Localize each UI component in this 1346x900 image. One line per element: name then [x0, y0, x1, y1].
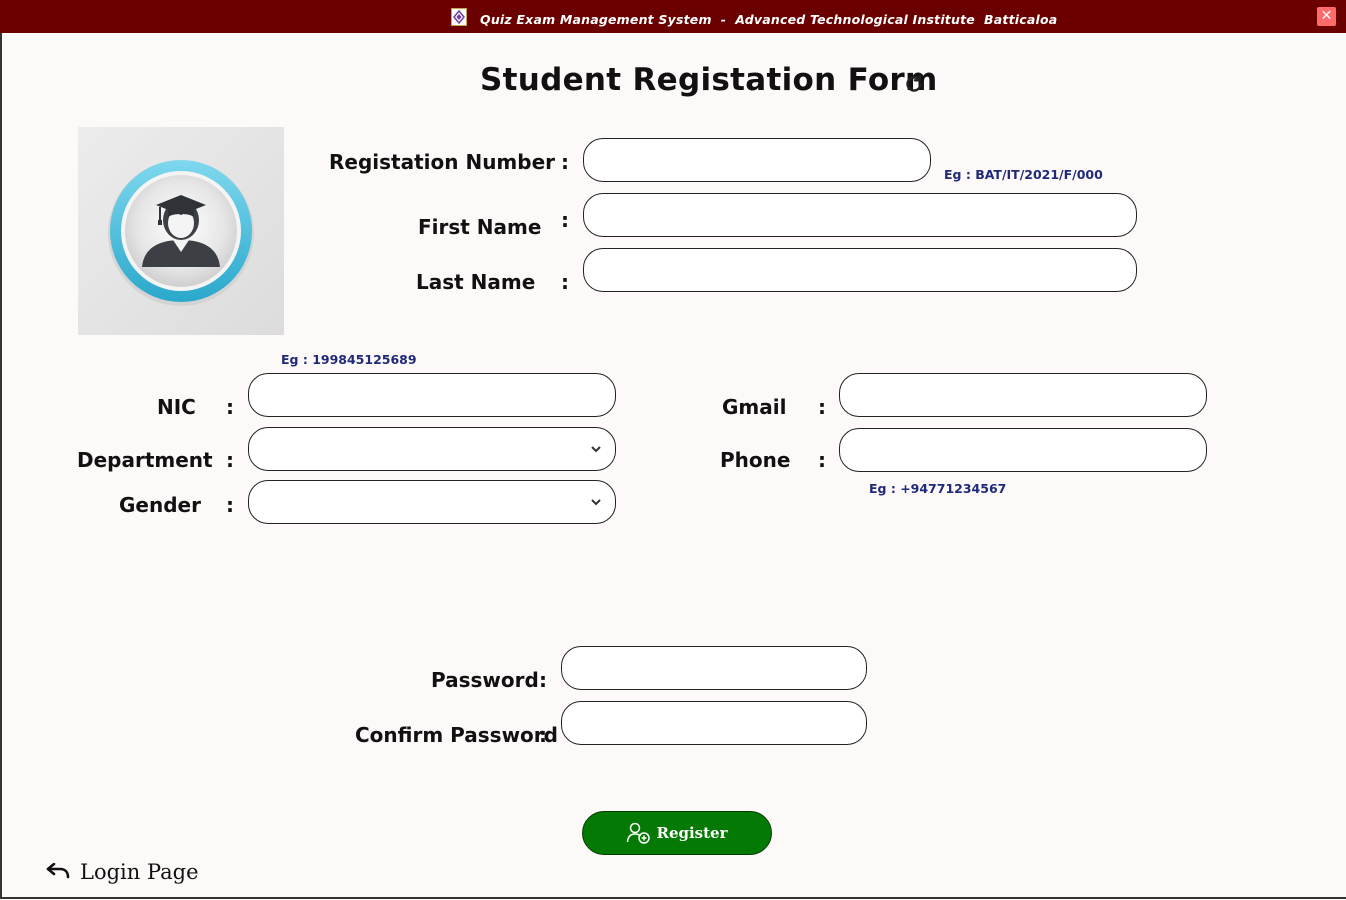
colon: :	[818, 448, 826, 472]
login-page-label: Login Page	[80, 860, 199, 884]
nic-field[interactable]	[248, 373, 616, 417]
department-label: Department	[77, 448, 213, 472]
chevron-down-icon[interactable]	[590, 497, 602, 507]
colon: :	[561, 208, 569, 232]
colon: :	[539, 668, 547, 692]
login-page-link[interactable]: Login Page	[46, 860, 199, 884]
window-titlebar: Quiz Exam Management System - Advanced T…	[0, 0, 1346, 33]
password-field[interactable]	[561, 646, 867, 690]
last-name-label: Last Name	[416, 270, 536, 294]
gmail-label: Gmail	[722, 395, 787, 419]
department-select[interactable]	[248, 427, 616, 471]
window-title: Quiz Exam Management System - Advanced T…	[480, 12, 1058, 27]
colon: :	[539, 723, 547, 747]
colon: :	[226, 448, 234, 472]
gender-select[interactable]	[248, 480, 616, 524]
colon: :	[226, 493, 234, 517]
add-user-icon	[627, 822, 651, 844]
chevron-down-icon[interactable]	[590, 444, 602, 454]
first-name-label: First Name	[418, 215, 542, 239]
refresh-icon[interactable]	[902, 72, 926, 96]
colon: :	[561, 270, 569, 294]
page-title: Student Registation Form	[480, 62, 938, 98]
close-icon: ✕	[1320, 8, 1333, 24]
phone-field[interactable]	[839, 428, 1207, 472]
first-name-field[interactable]	[583, 193, 1137, 237]
confirm-password-field[interactable]	[561, 701, 867, 745]
registration-number-field[interactable]	[583, 138, 931, 182]
last-name-field[interactable]	[583, 248, 1137, 292]
gmail-field[interactable]	[839, 373, 1207, 417]
colon: :	[818, 395, 826, 419]
confirm-password-label: Confirm Password	[355, 723, 558, 747]
register-button[interactable]: Register	[582, 811, 772, 855]
student-avatar	[78, 127, 284, 335]
colon: :	[561, 150, 569, 174]
nic-hint: Eg : 199845125689	[281, 352, 417, 367]
password-label: Password	[431, 668, 539, 692]
nic-label: NIC	[157, 395, 196, 419]
registration-number-label: Registation Number	[329, 150, 556, 174]
close-button[interactable]: ✕	[1317, 7, 1336, 26]
registration-number-hint: Eg : BAT/IT/2021/F/000	[944, 167, 1103, 182]
app-logo-icon	[451, 8, 467, 26]
phone-label: Phone	[720, 448, 791, 472]
register-button-label: Register	[656, 824, 728, 842]
colon: :	[226, 395, 234, 419]
gender-label: Gender	[119, 493, 201, 517]
student-graduate-icon	[108, 160, 254, 306]
phone-hint: Eg : +94771234567	[869, 481, 1007, 496]
undo-arrow-icon	[46, 863, 70, 879]
